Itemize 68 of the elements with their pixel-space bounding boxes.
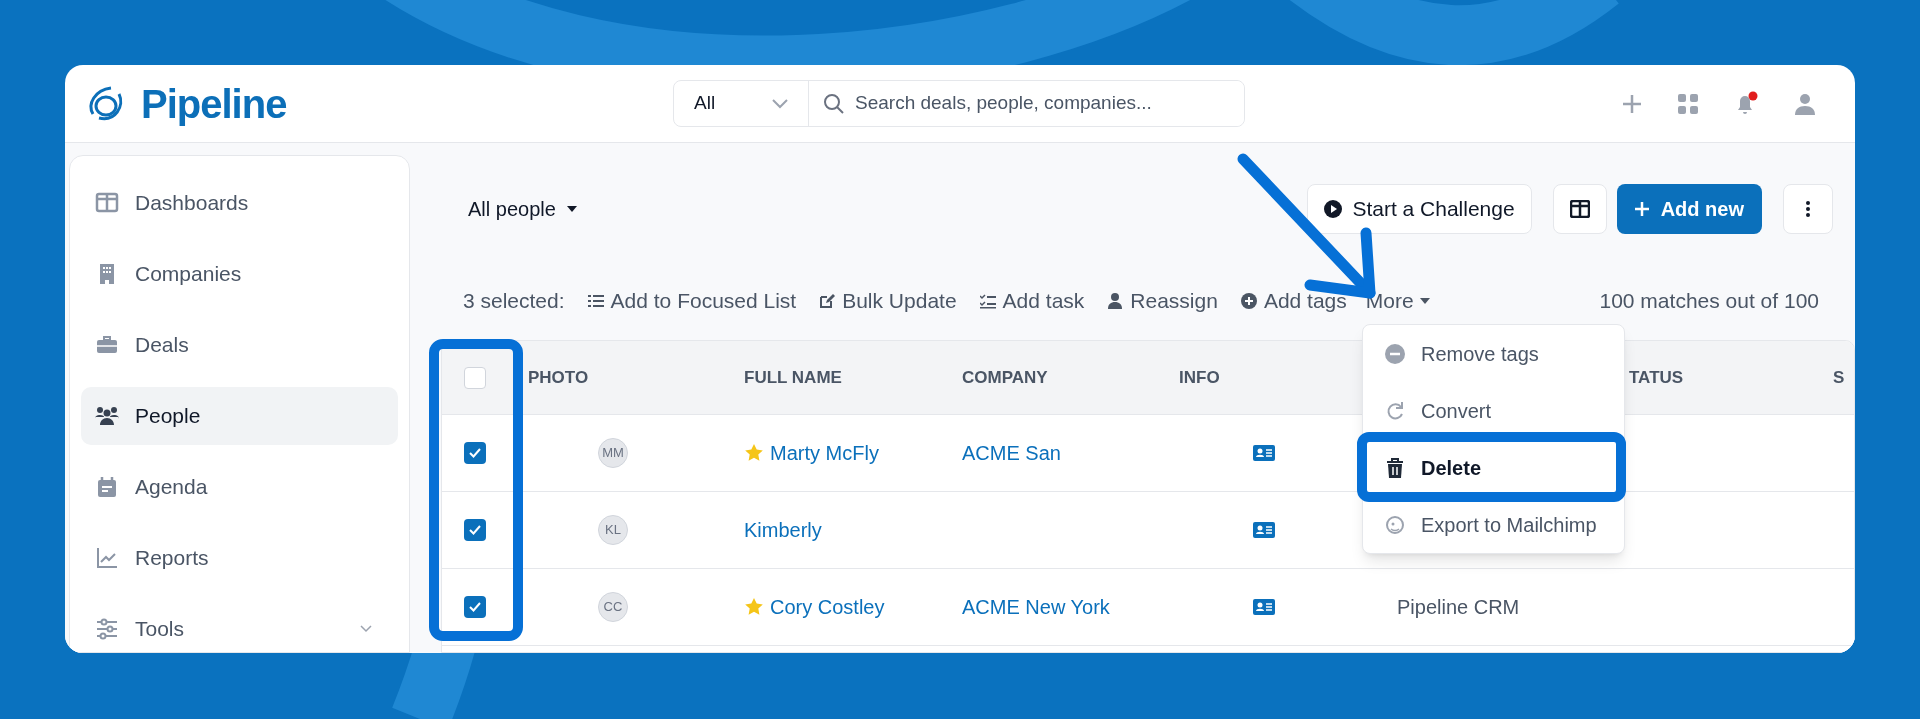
column-header: TATUS [1629,366,1684,389]
bulk-action-link[interactable]: Add tags [1240,285,1347,317]
plus-icon [1634,202,1649,216]
avatar: KL [598,515,628,545]
add-new-button[interactable]: Add new [1616,184,1762,234]
person-name-link[interactable]: Cory Costley [770,592,885,622]
bulk-action-link[interactable]: Reassign [1107,285,1218,317]
sidebar-item[interactable]: Companies [81,245,398,303]
checkmark-icon [469,525,481,535]
play-circle-icon [1324,200,1343,218]
sidebar-item[interactable]: Deals [81,316,398,374]
avatar: CC [598,592,628,622]
caret-down-icon [565,204,578,214]
menu-item[interactable]: Convert [1363,382,1624,439]
view-selector[interactable]: All people [468,194,578,224]
checkbox[interactable] [464,442,486,464]
menu-item[interactable]: Export to Mailchimp [1363,496,1624,553]
selection-count: 3 selected: [463,288,565,315]
company-link[interactable]: ACME San [962,438,1061,468]
checkbox[interactable] [464,366,486,389]
person-name-link[interactable]: Marty McFly [770,438,879,468]
column-header: S [1833,366,1845,389]
caret-down-icon [1419,297,1430,305]
company-link[interactable]: ACME New York [962,592,1110,622]
plus-circle-icon [1240,293,1257,309]
sidebar-item[interactable]: Dashboards [81,174,398,232]
contact-card-icon[interactable] [1253,445,1275,461]
menu-item[interactable]: Delete [1363,439,1624,496]
refresh-icon [1385,400,1405,421]
bulk-action-link[interactable]: Add task [979,285,1085,317]
column-header: FULL NAME [744,366,842,389]
vertical-dots-icon [1806,201,1810,217]
trash-icon [1385,457,1405,478]
sliders-icon [95,617,119,641]
match-count: 100 matches out of 100 [1599,288,1819,315]
bulk-action-link[interactable]: Bulk Update [819,285,957,317]
checklist-icon [979,293,996,309]
dashboard-icon [95,191,119,215]
checkmark-icon [469,448,481,458]
sidebar-item[interactable]: People [81,387,398,445]
checkbox[interactable] [464,519,486,541]
sidebar-item[interactable]: Agenda [81,458,398,516]
person-icon [1107,293,1124,309]
start-challenge-button[interactable]: Start a Challenge [1307,184,1532,234]
checkbox[interactable] [464,596,486,618]
list-icon [587,293,604,309]
person-name-link[interactable]: Kimberly [744,515,822,545]
avatar: MM [598,438,628,468]
line-chart-icon [95,546,119,570]
columns-icon [1569,200,1590,218]
table-cell-text: Pipeline CRM [1397,595,1520,620]
column-header: PHOTO [528,366,589,389]
calendar-icon [95,475,119,499]
menu-item[interactable]: Remove tags [1363,325,1624,382]
chevron-down-icon [360,625,372,633]
contact-card-icon[interactable] [1253,599,1275,615]
layout-toggle-button[interactable] [1552,184,1607,234]
logo-text: Pipeline [141,80,287,128]
contact-card-icon[interactable] [1253,522,1275,538]
sidebar-item[interactable]: Tools [81,600,398,653]
minus-circle-icon [1385,343,1405,364]
column-header: COMPANY [962,366,1048,389]
people-icon [95,404,119,428]
sidebar-item[interactable]: Reports [81,529,398,587]
column-header: INFO [1179,366,1220,389]
edit-icon [819,293,836,309]
bulk-action-link[interactable]: Add to Focused List [587,285,797,317]
checkmark-icon [469,602,481,612]
